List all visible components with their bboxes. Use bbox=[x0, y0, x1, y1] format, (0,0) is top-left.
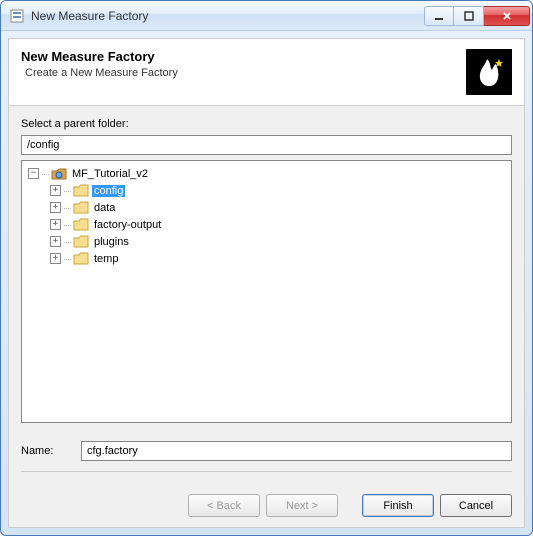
close-button[interactable] bbox=[484, 6, 530, 26]
project-icon bbox=[51, 167, 67, 181]
app-icon bbox=[9, 8, 25, 24]
tree-item[interactable]: + ···· plugins bbox=[24, 233, 509, 250]
folder-icon bbox=[73, 235, 89, 249]
parent-folder-input[interactable] bbox=[21, 135, 512, 155]
tree-root[interactable]: − ···· MF_Tutorial_v2 bbox=[24, 165, 509, 182]
tree-item-label[interactable]: factory-output bbox=[92, 219, 163, 231]
tree-item-label[interactable]: data bbox=[92, 202, 117, 214]
tree-item[interactable]: + ···· data bbox=[24, 199, 509, 216]
cancel-button[interactable]: Cancel bbox=[440, 494, 512, 517]
wizard-body: Select a parent folder: − ···· MF_Tutori… bbox=[9, 106, 524, 484]
minimize-button[interactable] bbox=[424, 6, 454, 26]
folder-icon bbox=[73, 218, 89, 232]
window-controls bbox=[424, 6, 530, 26]
tree-expander-icon[interactable]: − bbox=[28, 168, 39, 179]
tree-item-label[interactable]: plugins bbox=[92, 236, 131, 248]
wizard-title: New Measure Factory bbox=[21, 49, 466, 64]
wizard-logo-icon bbox=[466, 49, 512, 95]
wizard-subtitle: Create a New Measure Factory bbox=[21, 67, 466, 79]
wizard-header: New Measure Factory Create a New Measure… bbox=[9, 39, 524, 106]
tree-expander-icon[interactable]: + bbox=[50, 185, 61, 196]
tree-item[interactable]: + ···· temp bbox=[24, 250, 509, 267]
titlebar[interactable]: New Measure Factory bbox=[1, 1, 532, 31]
finish-button[interactable]: Finish bbox=[362, 494, 434, 517]
back-button[interactable]: < Back bbox=[188, 494, 260, 517]
folder-icon bbox=[73, 252, 89, 266]
dialog-content: New Measure Factory Create a New Measure… bbox=[8, 38, 525, 528]
wizard-button-bar: < Back Next > Finish Cancel bbox=[9, 484, 524, 527]
name-label: Name: bbox=[21, 445, 71, 457]
tree-item-label[interactable]: temp bbox=[92, 253, 120, 265]
next-button[interactable]: Next > bbox=[266, 494, 338, 517]
folder-tree[interactable]: − ···· MF_Tutorial_v2 + ···· bbox=[21, 160, 512, 423]
folder-icon bbox=[73, 201, 89, 215]
tree-item[interactable]: + ···· factory-output bbox=[24, 216, 509, 233]
tree-expander-icon[interactable]: + bbox=[50, 202, 61, 213]
tree-expander-icon[interactable]: + bbox=[50, 219, 61, 230]
parent-folder-label: Select a parent folder: bbox=[21, 118, 512, 130]
folder-icon bbox=[73, 184, 89, 198]
maximize-button[interactable] bbox=[454, 6, 484, 26]
tree-expander-icon[interactable]: + bbox=[50, 236, 61, 247]
tree-item-label[interactable]: config bbox=[92, 185, 125, 197]
name-input[interactable] bbox=[81, 441, 512, 461]
tree-expander-icon[interactable]: + bbox=[50, 253, 61, 264]
tree-root-label[interactable]: MF_Tutorial_v2 bbox=[70, 168, 150, 180]
window-title: New Measure Factory bbox=[31, 9, 424, 23]
separator bbox=[21, 471, 512, 472]
dialog-window: New Measure Factory New Measure Factory … bbox=[0, 0, 533, 536]
tree-item[interactable]: + ···· config bbox=[24, 182, 509, 199]
